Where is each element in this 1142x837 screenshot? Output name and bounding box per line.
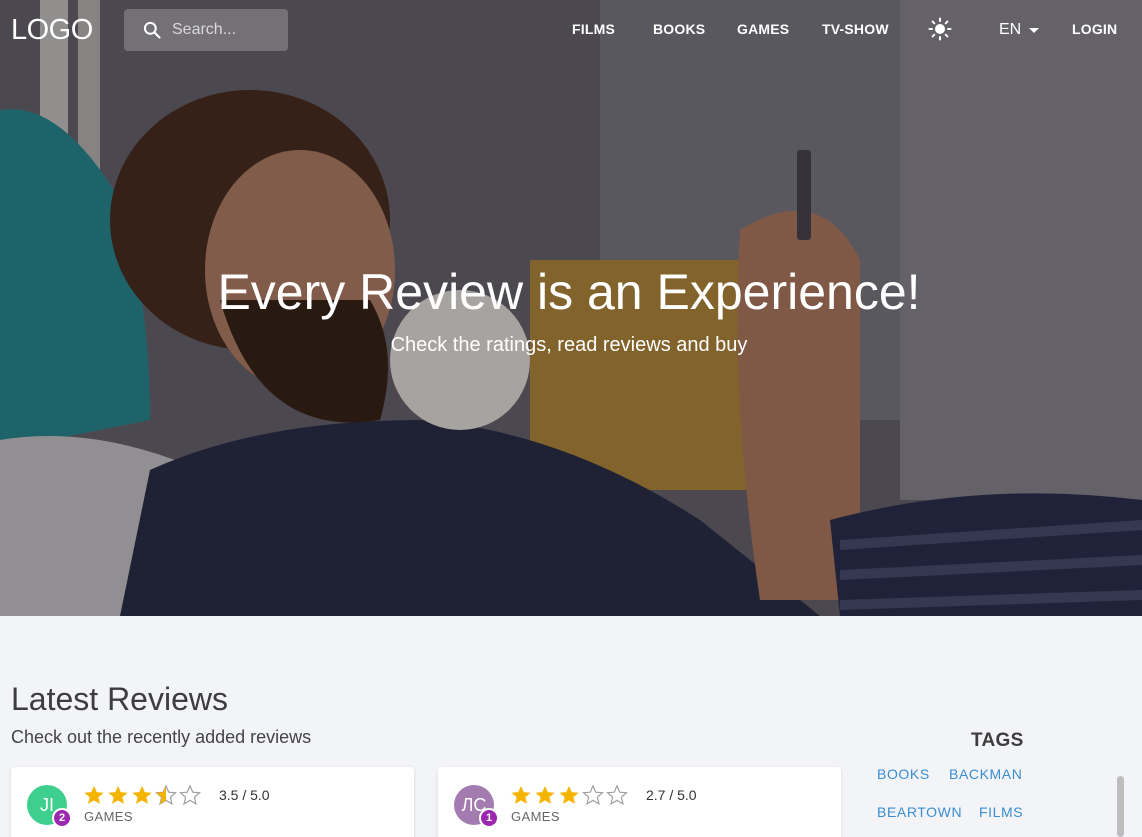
tags-scrollbar[interactable] <box>1117 776 1124 837</box>
star-rating <box>510 784 628 806</box>
review-category: GAMES <box>511 809 560 824</box>
tags-title: TAGS <box>971 730 1024 751</box>
hero-title: Every Review is an Experience! <box>217 264 921 320</box>
review-card[interactable]: JI 2 3.5 / 5.0 GAMES <box>11 767 414 837</box>
review-category: GAMES <box>84 809 133 824</box>
star-icon <box>559 785 579 804</box>
hero-subtitle: Check the ratings, read reviews and buy <box>390 334 748 356</box>
nav-link-games[interactable]: GAMES <box>737 21 789 37</box>
star-empty-icon <box>582 784 604 806</box>
rating-value: 2.7 / 5.0 <box>646 787 697 803</box>
search-box[interactable] <box>124 9 288 51</box>
logo[interactable]: LOGO <box>11 14 93 47</box>
star-icon <box>511 785 531 804</box>
star-icon <box>84 785 104 804</box>
nav-link-films[interactable]: FILMS <box>572 21 615 37</box>
star-rating <box>83 784 201 806</box>
chevron-down-icon <box>1029 27 1040 33</box>
nav-link-books[interactable]: BOOKS <box>653 21 705 37</box>
star-icon <box>535 785 555 804</box>
nav-link-tv-show[interactable]: TV-SHOW <box>822 21 889 37</box>
star-icon <box>132 785 152 804</box>
hero-banner: Every Review is an Experience! Check the… <box>0 0 1142 616</box>
section-subtitle: Check out the recently added reviews <box>11 727 312 747</box>
star-icon <box>108 785 128 804</box>
search-icon <box>143 21 161 39</box>
star-half-icon <box>155 784 177 806</box>
language-select[interactable]: EN <box>999 21 1040 39</box>
tag-backman[interactable]: BACKMAN <box>949 766 1022 782</box>
language-value: EN <box>999 21 1022 38</box>
star-empty-icon <box>179 784 201 806</box>
tag-beartown[interactable]: BEARTOWN <box>877 804 962 820</box>
star-empty-icon <box>606 784 628 806</box>
rating-value: 3.5 / 5.0 <box>219 787 270 803</box>
login-button[interactable]: LOGIN <box>1072 21 1117 37</box>
avatar-count-badge: 1 <box>479 808 499 828</box>
sun-icon[interactable] <box>928 17 952 41</box>
section-title: Latest Reviews <box>11 681 228 717</box>
search-input[interactable] <box>172 21 282 39</box>
review-card[interactable]: ЛС 1 2.7 / 5.0 GAMES <box>438 767 841 837</box>
tag-books[interactable]: BOOKS <box>877 766 930 782</box>
top-navbar: LOGO FILMS BOOKS GAMES TV-SHOW EN LOGIN <box>0 0 1142 58</box>
avatar-count-badge: 2 <box>52 808 72 828</box>
tag-films[interactable]: FILMS <box>979 804 1023 820</box>
